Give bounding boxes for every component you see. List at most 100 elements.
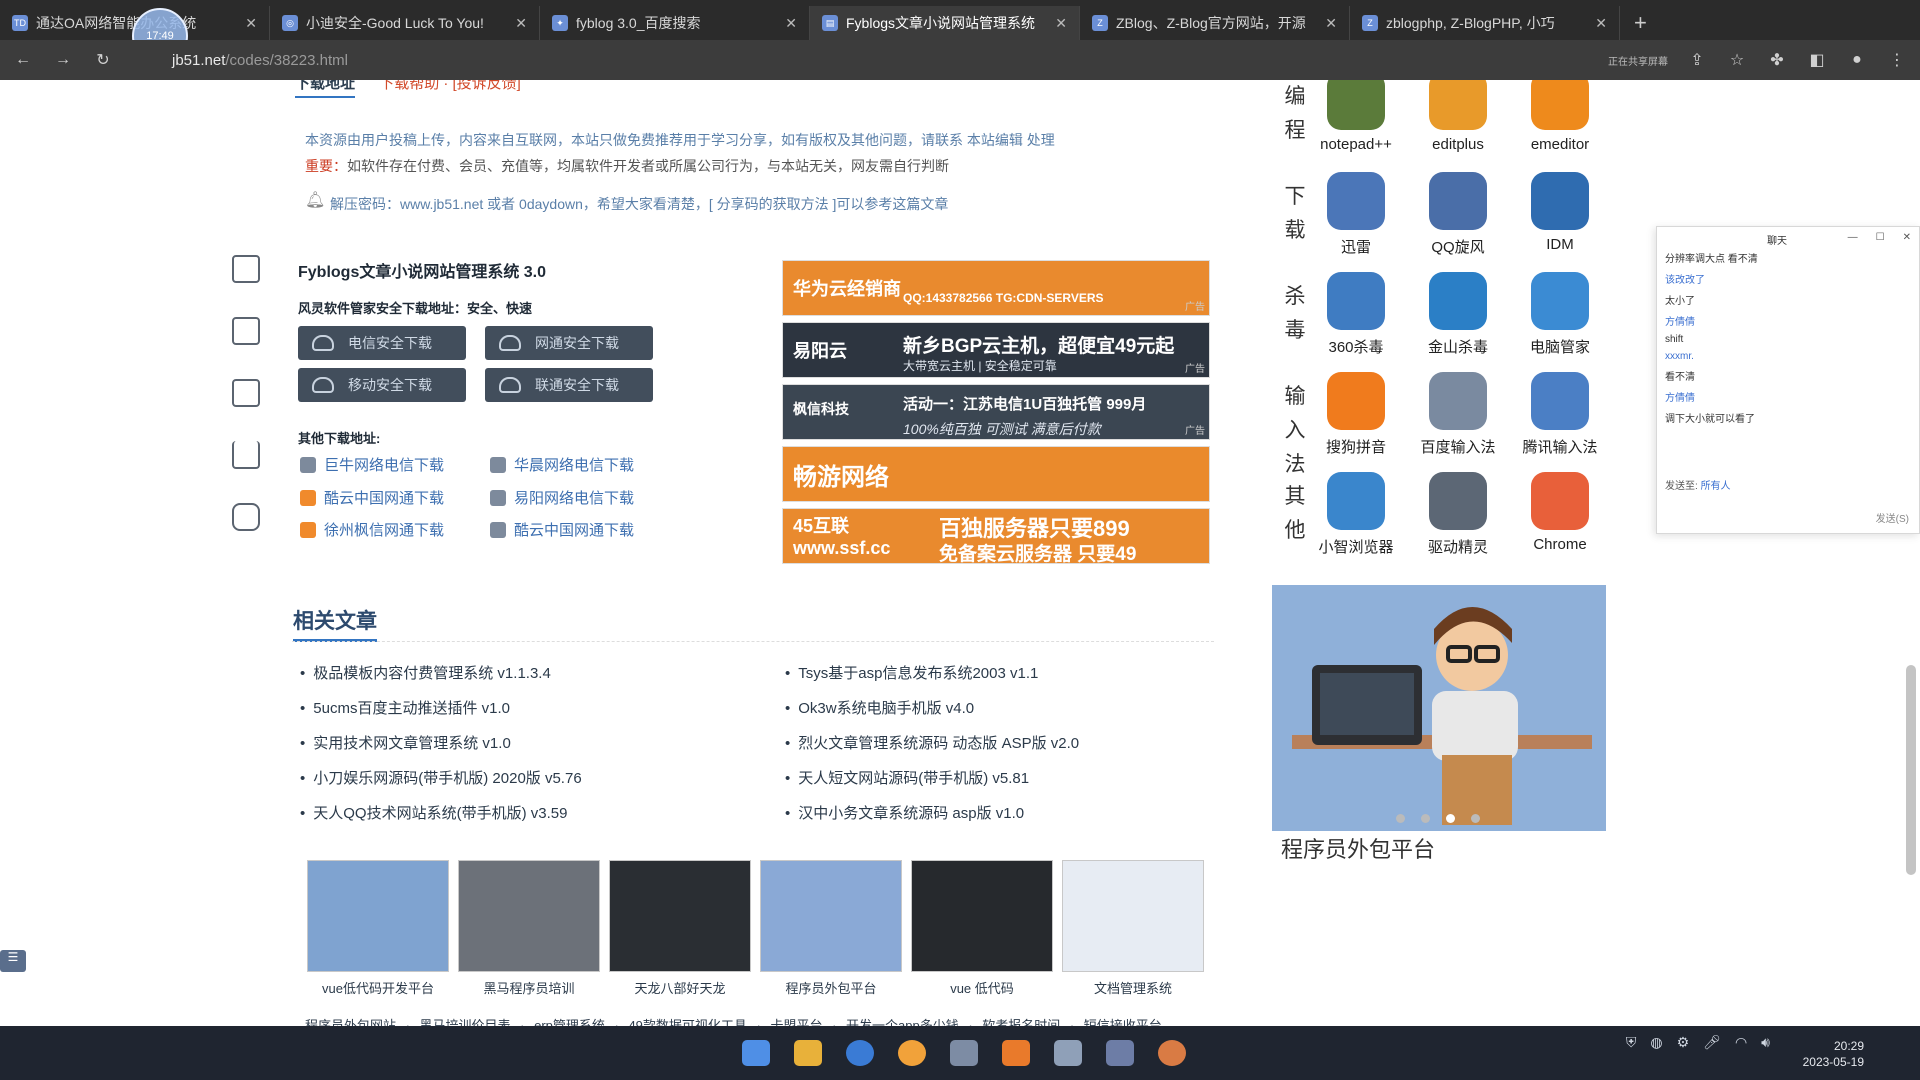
mirror-link[interactable]: 酷云中国网通下载	[300, 487, 444, 508]
browser-tab[interactable]: ✦ fyblog 3.0_百度搜索 ✕	[540, 6, 810, 40]
reload-icon[interactable]: ↻	[92, 50, 114, 70]
menu-icon[interactable]: ⋮	[1886, 50, 1908, 70]
copy-icon[interactable]	[232, 379, 260, 407]
page-scrollbar-thumb[interactable]	[1906, 665, 1916, 875]
close-tab-icon[interactable]: ✕	[1325, 15, 1337, 32]
hot-tags[interactable]: 程序员外包网站 · 黑马培训价目表 · erp管理系统 · 49款数据可视化工具…	[305, 1015, 1162, 1026]
unicom-download-button[interactable]: 联通安全下载	[485, 368, 653, 402]
tray-icon[interactable]: ⛨	[1626, 1034, 1637, 1051]
forward-icon[interactable]: →	[52, 51, 74, 69]
browser-tab[interactable]: Z ZBlog、Z-Blog官方网站，开源 ✕	[1080, 6, 1350, 40]
tray-icon[interactable]: ⚙	[1677, 1034, 1690, 1051]
related-article-link[interactable]: Tsys基于asp信息发布系统2003 v1.1	[785, 662, 1038, 683]
start-icon[interactable]	[742, 1040, 770, 1066]
promo-banner[interactable]	[1272, 585, 1606, 831]
related-article-link[interactable]: 极品模板内容付费管理系统 v1.1.3.4	[300, 662, 551, 683]
profile-icon[interactable]: ●	[1846, 51, 1868, 69]
app-icon[interactable]	[1054, 1040, 1082, 1066]
related-article-link[interactable]: 小刀娱乐网源码(带手机版) 2020版 v5.76	[300, 767, 581, 788]
ad-banner[interactable]: 枫信科技 活动一：江苏电信1U百独托管 999月 100%纯百独 可测试 满意后付款…	[782, 384, 1210, 440]
close-tab-icon[interactable]: ✕	[785, 15, 797, 32]
browser-tab[interactable]: ◎ 小迪安全-Good Luck To You! ✕	[270, 6, 540, 40]
close-tab-icon[interactable]: ✕	[515, 15, 527, 32]
thumbnail-card[interactable]: 程序员外包平台	[760, 860, 902, 997]
software-link[interactable]: Chrome	[1510, 472, 1610, 553]
mirror-link[interactable]: 酷云中国网通下载	[490, 519, 634, 540]
tray-icon[interactable]: ◍	[1650, 1034, 1662, 1051]
tab-download-address[interactable]: 下载地址	[295, 80, 356, 98]
edge-icon[interactable]	[846, 1040, 874, 1066]
wifi-icon[interactable]: ◠	[1735, 1034, 1747, 1051]
related-article-link[interactable]: 实用技术网文章管理系统 v1.0	[300, 732, 511, 753]
microphone-icon[interactable]: 🎤︎	[1703, 1034, 1721, 1051]
software-link[interactable]: editplus	[1408, 80, 1508, 153]
software-link[interactable]: emeditor	[1510, 80, 1610, 153]
side-collapse-handle[interactable]: ☰	[0, 950, 26, 972]
share-icon[interactable]: ⇪	[1686, 50, 1708, 70]
carousel-dot[interactable]	[1446, 814, 1455, 823]
software-link[interactable]: IDM	[1510, 172, 1610, 253]
ad-banner[interactable]: 华为云经销商 QQ:1433782566 TG:CDN-SERVERS 广告	[782, 260, 1210, 316]
mirror-link[interactable]: 巨牛网络电信下载	[300, 454, 444, 475]
software-link[interactable]: 腾讯输入法	[1510, 372, 1610, 457]
software-link[interactable]: 驱动精灵	[1408, 472, 1508, 557]
back-icon[interactable]: ←	[12, 51, 34, 69]
netcom-download-button[interactable]: 网通安全下载	[485, 326, 653, 360]
mobile-download-button[interactable]: 移动安全下载	[298, 368, 466, 402]
mirror-link[interactable]: 易阳网络电信下载	[490, 487, 634, 508]
bookmark-star-icon[interactable]: ☆	[1726, 50, 1748, 70]
banner-caption[interactable]: 程序员外包平台	[1281, 832, 1435, 864]
app-icon[interactable]	[950, 1040, 978, 1066]
minimize-icon[interactable]: —	[1848, 232, 1858, 243]
related-article-link[interactable]: Ok3w系统电脑手机版 v4.0	[785, 697, 974, 718]
sidebar-icon[interactable]: ◧	[1806, 50, 1828, 70]
software-link[interactable]: 迅雷	[1306, 172, 1406, 257]
mirror-link[interactable]: 徐州枫信网通下载	[300, 519, 444, 540]
close-tab-icon[interactable]: ✕	[1055, 15, 1067, 32]
thumbnail-card[interactable]: 天龙八部好天龙	[609, 860, 751, 997]
comment-icon[interactable]	[232, 503, 260, 531]
new-tab-button[interactable]: +	[1634, 6, 1647, 40]
ad-banner[interactable]: 易阳云 新乡BGP云主机，超便宜49元起 大带宽云主机 | 安全稳定可靠 广告	[782, 322, 1210, 378]
clock[interactable]: 20:29 2023-05-19	[1803, 1038, 1864, 1070]
software-link[interactable]: notepad++	[1306, 80, 1406, 153]
app-icon[interactable]	[1158, 1040, 1186, 1066]
file-explorer-icon[interactable]	[794, 1040, 822, 1066]
software-link[interactable]: 百度输入法	[1408, 372, 1508, 457]
volume-icon[interactable]: 🔊︎	[1761, 1034, 1770, 1051]
app-icon[interactable]	[1106, 1040, 1134, 1066]
browser-tab[interactable]: ▤ Fyblogs文章小说网站管理系统 ✕	[810, 6, 1080, 40]
thumbnail-card[interactable]: vue低代码开发平台	[307, 860, 449, 997]
related-article-link[interactable]: 汉中小务文章系统源码 asp版 v1.0	[785, 802, 1024, 823]
software-link[interactable]: 电脑管家	[1510, 272, 1610, 357]
chrome-task-icon[interactable]	[898, 1040, 926, 1066]
close-tab-icon[interactable]: ✕	[1595, 15, 1607, 32]
related-article-link[interactable]: 天人QQ技术网站系统(带手机版) v3.59	[300, 802, 567, 823]
send-button[interactable]: 发送(S)	[1876, 510, 1909, 525]
software-link[interactable]: 搜狗拼音	[1306, 372, 1406, 457]
related-article-link[interactable]: 烈火文章管理系统源码 动态版 ASP版 v2.0	[785, 732, 1079, 753]
related-article-link[interactable]: 天人短文网站源码(带手机版) v5.81	[785, 767, 1029, 788]
crop-icon[interactable]	[232, 317, 260, 345]
software-link[interactable]: 360杀毒	[1306, 272, 1406, 357]
thumbnail-card[interactable]: vue 低代码	[911, 860, 1053, 997]
chat-send-target[interactable]: 发送至: 所有人	[1665, 477, 1731, 492]
close-icon[interactable]: ✕	[1903, 232, 1911, 243]
related-article-link[interactable]: 5ucms百度主动推送插件 v1.0	[300, 697, 510, 718]
browser-tab[interactable]: Zzblogphp, Z-BlogPHP, 小巧 ✕	[1350, 6, 1620, 40]
ad-banner[interactable]: 45互联 www.ssf.cc 百独服务器只要899 免备案云服务器 只要49	[782, 508, 1210, 564]
close-tab-icon[interactable]: ✕	[245, 15, 257, 32]
address-field[interactable]: jb51.net/codes/38223.html	[172, 52, 1590, 69]
document-icon[interactable]	[232, 255, 260, 283]
thumbnail-card[interactable]: 文档管理系统	[1062, 860, 1204, 997]
software-link[interactable]: 小智浏览器	[1306, 472, 1406, 557]
ad-banner[interactable]: 畅游网络	[782, 446, 1210, 502]
mirror-link[interactable]: 华晨网络电信下载	[490, 454, 634, 475]
app-icon[interactable]	[1002, 1040, 1030, 1066]
software-link[interactable]: QQ旋风	[1408, 172, 1508, 257]
download-icon[interactable]	[232, 441, 260, 469]
telecom-download-button[interactable]: 电信安全下载	[298, 326, 466, 360]
software-link[interactable]: 金山杀毒	[1408, 272, 1508, 357]
maximize-icon[interactable]: ☐	[1876, 232, 1885, 243]
carousel-dot[interactable]	[1421, 814, 1430, 823]
